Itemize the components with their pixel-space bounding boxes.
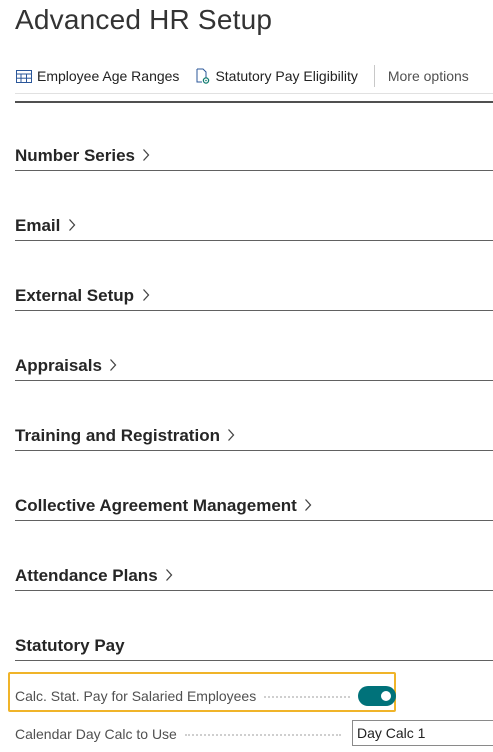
section-label: Collective Agreement Management (15, 496, 297, 515)
chevron-right-icon (109, 358, 117, 377)
leader-dots (264, 695, 351, 698)
table-icon (15, 68, 33, 84)
page-title: Advanced HR Setup (15, 4, 273, 35)
section-label: Appraisals (15, 356, 102, 375)
statutory-pay-eligibility-action[interactable]: Statutory Pay Eligibility (193, 68, 358, 84)
chevron-right-icon (142, 288, 150, 307)
header-divider (15, 101, 493, 103)
chevron-right-icon (142, 148, 150, 167)
section-training-and-registration[interactable]: Training and Registration (15, 426, 493, 451)
leader-dots (184, 733, 341, 736)
employee-age-ranges-label: Employee Age Ranges (37, 68, 180, 84)
section-external-setup[interactable]: External Setup (15, 286, 493, 311)
section-email[interactable]: Email (15, 216, 493, 241)
section-collective-agreement-management[interactable]: Collective Agreement Management (15, 496, 493, 521)
calc-stat-pay-field: Calc. Stat. Pay for Salaried Employees (15, 682, 493, 710)
section-statutory-pay[interactable]: Statutory Pay (15, 636, 493, 661)
more-options-button[interactable]: More options (388, 68, 469, 84)
employee-age-ranges-action[interactable]: Employee Age Ranges (15, 68, 179, 84)
calendar-day-calc-input[interactable]: Day Calc 1 (352, 720, 493, 746)
action-separator (373, 65, 375, 87)
chevron-right-icon (165, 568, 173, 587)
section-appraisals[interactable]: Appraisals (15, 356, 493, 381)
section-number-series[interactable]: Number Series (15, 146, 493, 171)
document-settings-icon (193, 68, 211, 84)
toggle-knob (381, 691, 392, 701)
section-label: Training and Registration (15, 426, 220, 445)
section-label: Statutory Pay (15, 636, 125, 655)
section-label: Number Series (15, 146, 135, 165)
section-label: Email (15, 216, 61, 235)
chevron-right-icon (304, 498, 312, 517)
section-label: External Setup (15, 286, 135, 305)
chevron-right-icon (68, 218, 76, 237)
calc-stat-pay-label: Calc. Stat. Pay for Salaried Employees (15, 688, 257, 704)
section-attendance-plans[interactable]: Attendance Plans (15, 566, 493, 591)
calendar-day-calc-label: Calendar Day Calc to Use (15, 726, 177, 742)
section-label: Attendance Plans (15, 566, 158, 585)
calc-stat-pay-toggle[interactable] (358, 686, 397, 706)
chevron-right-icon (227, 428, 235, 447)
statutory-pay-eligibility-label: Statutory Pay Eligibility (215, 68, 358, 84)
action-bar: Employee Age Ranges Statutory Pay Eligib… (15, 59, 493, 94)
